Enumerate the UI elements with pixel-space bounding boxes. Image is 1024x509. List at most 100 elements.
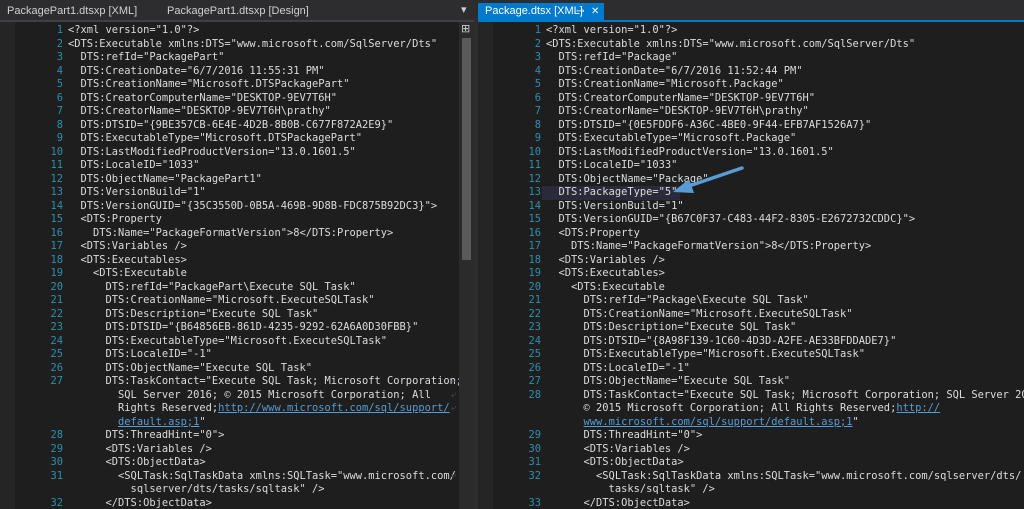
- code-line[interactable]: 13 DTS:PackageType="5": [478, 186, 1024, 200]
- code-line[interactable]: 5 DTS:CreationName="Microsoft.Package": [478, 78, 1024, 92]
- code-line[interactable]: 3 DTS:refId="Package": [478, 51, 1024, 65]
- code-line[interactable]: 31 <DTS:ObjectData>: [478, 456, 1024, 470]
- left-vertical-scrollbar[interactable]: ⊞: [459, 22, 474, 509]
- code-line[interactable]: 18 <DTS:Variables />: [478, 254, 1024, 268]
- left-xml-editor[interactable]: 1 <?xml version="1.0"?> 2 <DTS:Executable x…: [0, 22, 474, 509]
- code-line[interactable]: 17 <DTS:Variables />: [0, 240, 474, 254]
- code-line[interactable]: 6 DTS:CreatorComputerName="DESKTOP-9EV7T…: [0, 92, 474, 106]
- code-line[interactable]: Rights Reserved;http://www.microsoft.com…: [0, 402, 474, 416]
- code-line[interactable]: 5 DTS:CreationName="Microsoft.DTSPackage…: [0, 78, 474, 92]
- code-line[interactable]: 4 DTS:CreationDate="6/7/2016 11:55:31 PM…: [0, 65, 474, 79]
- line-number: 19: [50, 267, 63, 279]
- code-line[interactable]: 28 DTS:ThreadHint="0">: [0, 429, 474, 443]
- url-link[interactable]: default.asp;1: [118, 416, 199, 428]
- code-line[interactable]: 11 DTS:LocaleID="1033": [0, 159, 474, 173]
- code-line[interactable]: 13 DTS:VersionBuild="1": [0, 186, 474, 200]
- line-number: 17: [528, 240, 541, 252]
- code-line[interactable]: 21 DTS:CreationName="Microsoft.ExecuteSQ…: [0, 294, 474, 308]
- code-line[interactable]: 7 DTS:CreatorName="DESKTOP-9EV7T6H\prath…: [0, 105, 474, 119]
- code-line[interactable]: 17 DTS:Name="PackageFormatVersion">8</DT…: [478, 240, 1024, 254]
- code-fragment: <DTS:Variables />: [68, 240, 187, 252]
- code-line[interactable]: 27 DTS:TaskContact="Execute SQL Task; Mi…: [0, 375, 474, 389]
- code-line[interactable]: 12 DTS:ObjectName="PackagePart1": [0, 173, 474, 187]
- code-line[interactable]: 19 <DTS:Executables>: [478, 267, 1024, 281]
- code-line[interactable]: 7 DTS:CreatorName="DESKTOP-9EV7T6H\prath…: [478, 105, 1024, 119]
- code-line[interactable]: default.asp;1": [0, 416, 474, 430]
- code-line[interactable]: sqlserver/dts/tasks/sqltask" />: [0, 483, 474, 497]
- url-link[interactable]: www.microsoft.com/sql/support/default.as…: [584, 416, 853, 428]
- code-line[interactable]: 9 DTS:ExecutableType="Microsoft.Package": [478, 132, 1024, 146]
- code-line[interactable]: 22 DTS:CreationName="Microsoft.ExecuteSQ…: [478, 308, 1024, 322]
- code-line[interactable]: 23 DTS:Description="Execute SQL Task": [478, 321, 1024, 335]
- close-icon[interactable]: ✕: [591, 3, 599, 20]
- code-line[interactable]: 20 DTS:refId="PackagePart\Execute SQL Ta…: [0, 281, 474, 295]
- tab-package-xml[interactable]: Package.dtsx [XML] ⊸ ✕: [478, 3, 604, 20]
- code-fragment: DTS:LocaleID="1033": [546, 159, 678, 171]
- code-line[interactable]: 32 </DTS:ObjectData>: [0, 497, 474, 509]
- code-line[interactable]: 27 DTS:ObjectName="Execute SQL Task": [478, 375, 1024, 389]
- code-line[interactable]: SQL Server 2016; © 2015 Microsoft Corpor…: [0, 389, 474, 403]
- code-line[interactable]: 33 </DTS:ObjectData>: [478, 497, 1024, 509]
- tab-dropdown-icon[interactable]: ▾: [461, 3, 467, 16]
- code-line[interactable]: © 2015 Microsoft Corporation; All Rights…: [478, 402, 1024, 416]
- url-link[interactable]: http://www.microsoft.com/sql/support/: [218, 402, 449, 414]
- code-line[interactable]: 8 DTS:DTSID="{9BE357CB-6E4E-4D2B-8B0B-C6…: [0, 119, 474, 133]
- code-line[interactable]: 4 DTS:CreationDate="6/7/2016 11:52:44 PM…: [478, 65, 1024, 79]
- code-line[interactable]: 1 <?xml version="1.0"?>: [478, 24, 1024, 38]
- url-link[interactable]: http://: [896, 402, 940, 414]
- code-line[interactable]: 18 <DTS:Executables>: [0, 254, 474, 268]
- code-line[interactable]: 28 DTS:TaskContact="Execute SQL Task; Mi…: [478, 389, 1024, 403]
- code-line[interactable]: 30 <DTS:Variables />: [478, 443, 1024, 457]
- line-number: 13: [528, 186, 541, 198]
- code-line[interactable]: 25 DTS:ExecutableType="Microsoft.Execute…: [478, 348, 1024, 362]
- line-number: 19: [528, 267, 541, 279]
- split-editor-icon[interactable]: ⊞: [461, 22, 470, 35]
- code-line[interactable]: 21 DTS:refId="Package\Execute SQL Task": [478, 294, 1024, 308]
- code-line[interactable]: 20 <DTS:Executable: [478, 281, 1024, 295]
- line-number: 20: [528, 280, 541, 293]
- code-line[interactable]: 3 DTS:refId="PackagePart": [0, 51, 474, 65]
- left-scroll-thumb[interactable]: [462, 38, 471, 260]
- code-line[interactable]: 9 DTS:ExecutableType="Microsoft.DTSPacka…: [0, 132, 474, 146]
- code-text: <DTS:Executable xmlns:DTS="www.microsoft…: [68, 38, 474, 52]
- code-line[interactable]: 2 <DTS:Executable xmlns:DTS="www.microsof…: [0, 38, 474, 52]
- code-line[interactable]: 10 DTS:LastModifiedProductVersion="13.0.…: [0, 146, 474, 160]
- code-line[interactable]: 23 DTS:DTSID="{B64856EB-861D-4235-9292-6…: [0, 321, 474, 335]
- code-line[interactable]: 14 DTS:VersionBuild="1": [478, 200, 1024, 214]
- code-line[interactable]: 29 <DTS:Variables />: [0, 443, 474, 457]
- code-line[interactable]: 15 <DTS:Property: [0, 213, 474, 227]
- code-line[interactable]: tasks/sqltask" />: [478, 483, 1024, 497]
- code-line[interactable]: 10 DTS:LastModifiedProductVersion="13.0.…: [478, 146, 1024, 160]
- code-line[interactable]: 16 DTS:Name="PackageFormatVersion">8</DT…: [0, 227, 474, 241]
- code-line[interactable]: 11 DTS:LocaleID="1033": [478, 159, 1024, 173]
- code-fragment: <?xml version="1.0"?>: [68, 24, 200, 36]
- code-line[interactable]: 25 DTS:LocaleID="-1": [0, 348, 474, 362]
- code-line[interactable]: 26 DTS:LocaleID="-1": [478, 362, 1024, 376]
- code-line[interactable]: 14 DTS:VersionGUID="{35C3550D-0B5A-469B-…: [0, 200, 474, 214]
- code-line[interactable]: 2 <DTS:Executable xmlns:DTS="www.microsof…: [478, 38, 1024, 52]
- pin-icon[interactable]: ⊸: [576, 3, 584, 20]
- tab-packagepart1-xml[interactable]: PackagePart1.dtsxp [XML]: [0, 3, 160, 20]
- code-fragment: DTS:DTSID="{0E5FDDF6-A36C-4BE0-9F44-EFB7…: [546, 118, 872, 131]
- code-fragment: <DTS:ObjectData>: [546, 456, 684, 468]
- code-line[interactable]: 32 <SQLTask:SqlTaskData xmlns:SQLTask="w…: [478, 470, 1024, 484]
- code-text: <DTS:Variables />: [546, 443, 1024, 457]
- code-line[interactable]: 24 DTS:ExecutableType="Microsoft.Execute…: [0, 335, 474, 349]
- code-line[interactable]: 1 <?xml version="1.0"?>: [0, 24, 474, 38]
- code-line[interactable]: 29 DTS:ThreadHint="0">: [478, 429, 1024, 443]
- code-line[interactable]: 22 DTS:Description="Execute SQL Task": [0, 308, 474, 322]
- code-line[interactable]: 19 <DTS:Executable: [0, 267, 474, 281]
- code-text: DTS:ExecutableType="Microsoft.ExecuteSQL…: [546, 348, 1024, 362]
- code-line[interactable]: 12 DTS:ObjectName="Package": [478, 173, 1024, 187]
- code-line[interactable]: 8 DTS:DTSID="{0E5FDDF6-A36C-4BE0-9F44-EF…: [478, 119, 1024, 133]
- right-xml-editor[interactable]: 1 <?xml version="1.0"?> 2 <DTS:Executable x…: [478, 22, 1024, 509]
- code-line[interactable]: 26 DTS:ObjectName="Execute SQL Task": [0, 362, 474, 376]
- code-line[interactable]: 30 <DTS:ObjectData>: [0, 456, 474, 470]
- code-line[interactable]: www.microsoft.com/sql/support/default.as…: [478, 416, 1024, 430]
- code-line[interactable]: 31 <SQLTask:SqlTaskData xmlns:SQLTask="w…: [0, 470, 474, 484]
- tab-packagepart1-design[interactable]: PackagePart1.dtsxp [Design]: [160, 3, 310, 20]
- code-line[interactable]: 6 DTS:CreatorComputerName="DESKTOP-9EV7T…: [478, 92, 1024, 106]
- code-line[interactable]: 24 DTS:DTSID="{8A98F139-1C60-4D3D-A2FE-A…: [478, 335, 1024, 349]
- code-line[interactable]: 15 DTS:VersionGUID="{B67C0F37-C483-44F2-…: [478, 213, 1024, 227]
- code-line[interactable]: 16 <DTS:Property: [478, 227, 1024, 241]
